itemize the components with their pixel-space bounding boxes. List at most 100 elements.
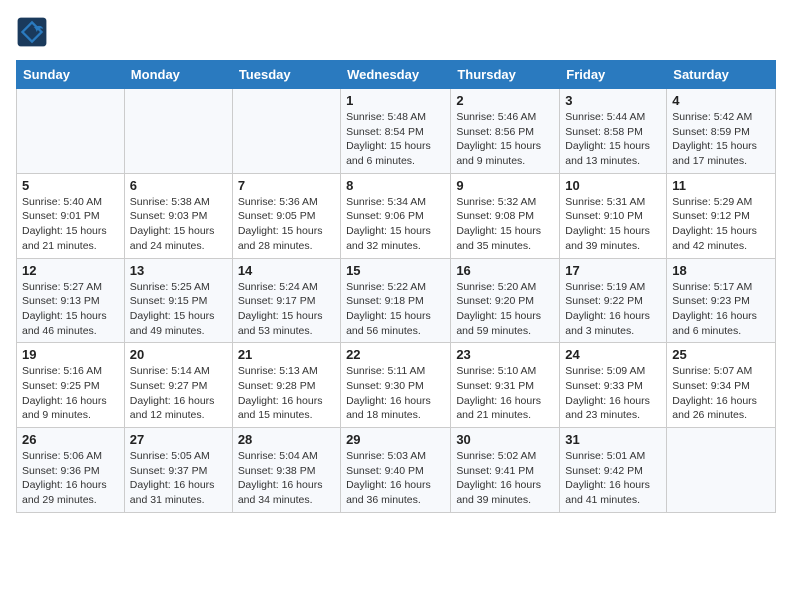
logo-icon — [16, 16, 48, 48]
day-number: 20 — [130, 347, 227, 362]
cell-info: Daylight: 15 hours and 49 minutes. — [130, 309, 227, 338]
calendar-cell: 31Sunrise: 5:01 AMSunset: 9:42 PMDayligh… — [560, 428, 667, 513]
day-number: 11 — [672, 178, 770, 193]
cell-info: Daylight: 16 hours and 9 minutes. — [22, 394, 119, 423]
cell-info: Sunset: 8:56 PM — [456, 125, 554, 140]
cell-info: Daylight: 16 hours and 29 minutes. — [22, 478, 119, 507]
cell-info: Daylight: 15 hours and 24 minutes. — [130, 224, 227, 253]
cell-info: Daylight: 15 hours and 28 minutes. — [238, 224, 335, 253]
cell-info: Sunset: 9:30 PM — [346, 379, 445, 394]
day-number: 4 — [672, 93, 770, 108]
day-number: 25 — [672, 347, 770, 362]
cell-info: Sunset: 9:06 PM — [346, 209, 445, 224]
day-number: 8 — [346, 178, 445, 193]
cell-info: Sunrise: 5:19 AM — [565, 280, 661, 295]
week-row-5: 26Sunrise: 5:06 AMSunset: 9:36 PMDayligh… — [17, 428, 776, 513]
day-number: 27 — [130, 432, 227, 447]
cell-info: Sunrise: 5:46 AM — [456, 110, 554, 125]
cell-info: Sunrise: 5:44 AM — [565, 110, 661, 125]
cell-info: Sunset: 9:12 PM — [672, 209, 770, 224]
calendar-cell: 21Sunrise: 5:13 AMSunset: 9:28 PMDayligh… — [232, 343, 340, 428]
calendar-cell: 27Sunrise: 5:05 AMSunset: 9:37 PMDayligh… — [124, 428, 232, 513]
page-header — [16, 16, 776, 48]
cell-info: Sunset: 9:15 PM — [130, 294, 227, 309]
cell-info: Sunrise: 5:02 AM — [456, 449, 554, 464]
weekday-header-monday: Monday — [124, 61, 232, 89]
cell-info: Sunrise: 5:31 AM — [565, 195, 661, 210]
cell-info: Daylight: 15 hours and 9 minutes. — [456, 139, 554, 168]
cell-info: Daylight: 16 hours and 6 minutes. — [672, 309, 770, 338]
cell-info: Daylight: 16 hours and 15 minutes. — [238, 394, 335, 423]
day-number: 15 — [346, 263, 445, 278]
cell-info: Daylight: 16 hours and 23 minutes. — [565, 394, 661, 423]
day-number: 5 — [22, 178, 119, 193]
weekday-header-wednesday: Wednesday — [341, 61, 451, 89]
cell-info: Sunrise: 5:25 AM — [130, 280, 227, 295]
day-number: 23 — [456, 347, 554, 362]
calendar-cell: 24Sunrise: 5:09 AMSunset: 9:33 PMDayligh… — [560, 343, 667, 428]
calendar-cell: 29Sunrise: 5:03 AMSunset: 9:40 PMDayligh… — [341, 428, 451, 513]
cell-info: Daylight: 16 hours and 31 minutes. — [130, 478, 227, 507]
calendar-cell: 12Sunrise: 5:27 AMSunset: 9:13 PMDayligh… — [17, 258, 125, 343]
calendar-cell: 20Sunrise: 5:14 AMSunset: 9:27 PMDayligh… — [124, 343, 232, 428]
cell-info: Sunset: 9:31 PM — [456, 379, 554, 394]
cell-info: Sunrise: 5:01 AM — [565, 449, 661, 464]
calendar-cell: 10Sunrise: 5:31 AMSunset: 9:10 PMDayligh… — [560, 173, 667, 258]
cell-info: Daylight: 16 hours and 3 minutes. — [565, 309, 661, 338]
cell-info: Sunset: 9:23 PM — [672, 294, 770, 309]
weekday-header-saturday: Saturday — [667, 61, 776, 89]
cell-info: Sunset: 9:03 PM — [130, 209, 227, 224]
cell-info: Sunset: 9:20 PM — [456, 294, 554, 309]
calendar-cell: 1Sunrise: 5:48 AMSunset: 8:54 PMDaylight… — [341, 89, 451, 174]
cell-info: Sunrise: 5:03 AM — [346, 449, 445, 464]
day-number: 18 — [672, 263, 770, 278]
calendar-cell: 14Sunrise: 5:24 AMSunset: 9:17 PMDayligh… — [232, 258, 340, 343]
weekday-header-sunday: Sunday — [17, 61, 125, 89]
day-number: 28 — [238, 432, 335, 447]
calendar-cell: 22Sunrise: 5:11 AMSunset: 9:30 PMDayligh… — [341, 343, 451, 428]
day-number: 9 — [456, 178, 554, 193]
calendar-cell: 13Sunrise: 5:25 AMSunset: 9:15 PMDayligh… — [124, 258, 232, 343]
cell-info: Sunset: 9:27 PM — [130, 379, 227, 394]
calendar-table: SundayMondayTuesdayWednesdayThursdayFrid… — [16, 60, 776, 513]
day-number: 3 — [565, 93, 661, 108]
cell-info: Sunrise: 5:04 AM — [238, 449, 335, 464]
calendar-cell: 19Sunrise: 5:16 AMSunset: 9:25 PMDayligh… — [17, 343, 125, 428]
cell-info: Sunrise: 5:22 AM — [346, 280, 445, 295]
cell-info: Sunset: 9:41 PM — [456, 464, 554, 479]
day-number: 2 — [456, 93, 554, 108]
cell-info: Daylight: 15 hours and 56 minutes. — [346, 309, 445, 338]
cell-info: Sunrise: 5:42 AM — [672, 110, 770, 125]
cell-info: Sunset: 9:36 PM — [22, 464, 119, 479]
cell-info: Daylight: 15 hours and 59 minutes. — [456, 309, 554, 338]
cell-info: Sunrise: 5:11 AM — [346, 364, 445, 379]
cell-info: Sunrise: 5:10 AM — [456, 364, 554, 379]
day-number: 7 — [238, 178, 335, 193]
day-number: 14 — [238, 263, 335, 278]
calendar-cell: 28Sunrise: 5:04 AMSunset: 9:38 PMDayligh… — [232, 428, 340, 513]
calendar-cell: 4Sunrise: 5:42 AMSunset: 8:59 PMDaylight… — [667, 89, 776, 174]
cell-info: Sunrise: 5:09 AM — [565, 364, 661, 379]
cell-info: Sunset: 9:22 PM — [565, 294, 661, 309]
week-row-4: 19Sunrise: 5:16 AMSunset: 9:25 PMDayligh… — [17, 343, 776, 428]
logo — [16, 16, 52, 48]
cell-info: Sunrise: 5:34 AM — [346, 195, 445, 210]
cell-info: Sunset: 9:13 PM — [22, 294, 119, 309]
cell-info: Sunrise: 5:17 AM — [672, 280, 770, 295]
calendar-cell — [667, 428, 776, 513]
day-number: 30 — [456, 432, 554, 447]
cell-info: Sunset: 9:38 PM — [238, 464, 335, 479]
calendar-cell: 2 Sunrise: 5:46 AMSunset: 8:56 PMDaylight… — [451, 89, 560, 174]
week-row-3: 12Sunrise: 5:27 AMSunset: 9:13 PMDayligh… — [17, 258, 776, 343]
day-number: 12 — [22, 263, 119, 278]
cell-info: Daylight: 16 hours and 39 minutes. — [456, 478, 554, 507]
calendar-cell: 17Sunrise: 5:19 AMSunset: 9:22 PMDayligh… — [560, 258, 667, 343]
day-number: 26 — [22, 432, 119, 447]
calendar-cell: 7Sunrise: 5:36 AMSunset: 9:05 PMDaylight… — [232, 173, 340, 258]
cell-info: Daylight: 16 hours and 36 minutes. — [346, 478, 445, 507]
day-number: 16 — [456, 263, 554, 278]
calendar-cell — [17, 89, 125, 174]
calendar-cell — [232, 89, 340, 174]
weekday-header-friday: Friday — [560, 61, 667, 89]
cell-info: Sunset: 9:33 PM — [565, 379, 661, 394]
